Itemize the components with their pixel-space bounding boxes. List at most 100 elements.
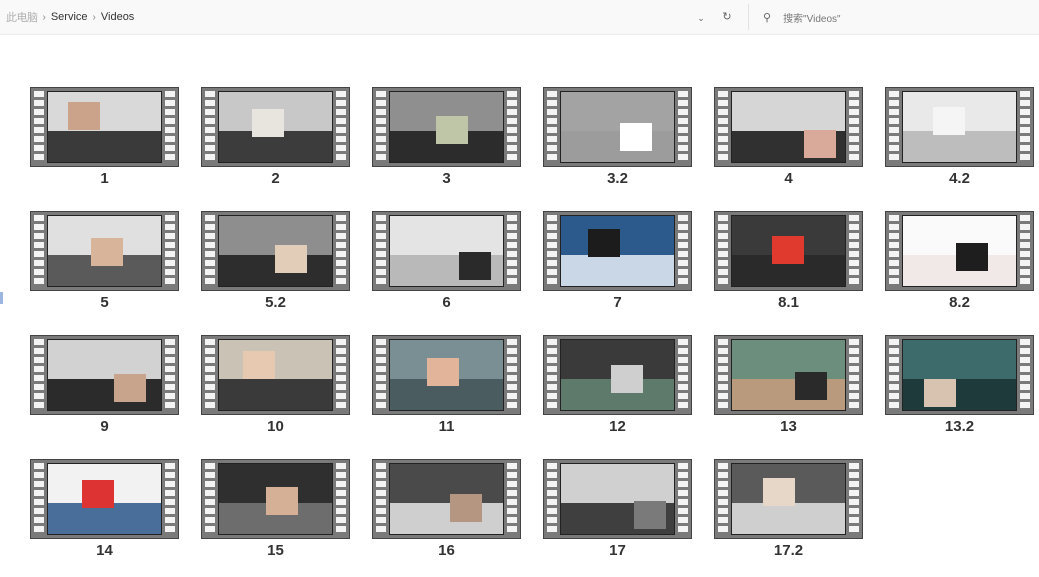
video-file-tile[interactable]: 15 (201, 459, 350, 563)
video-file-tile[interactable]: 3.2 (543, 87, 692, 191)
film-perforation (678, 463, 688, 535)
film-perforation (718, 463, 728, 535)
video-thumbnail (47, 463, 162, 535)
file-name-label: 6 (442, 294, 451, 311)
film-strip-icon (30, 335, 179, 415)
file-name-label: 12 (609, 418, 626, 435)
film-perforation (165, 215, 175, 287)
video-thumbnail (47, 91, 162, 163)
film-strip-icon (372, 335, 521, 415)
file-name-label: 4 (784, 170, 793, 187)
video-file-tile[interactable]: 2 (201, 87, 350, 191)
film-perforation (678, 339, 688, 411)
video-file-tile[interactable]: 7 (543, 211, 692, 315)
thumbnail-region (68, 102, 100, 130)
file-name-label: 4.2 (949, 170, 970, 187)
video-file-tile[interactable]: 3 (372, 87, 521, 191)
video-file-tile[interactable]: 11 (372, 335, 521, 439)
file-name-label: 9 (100, 418, 109, 435)
video-file-tile[interactable]: 17.2 (714, 459, 863, 563)
film-strip-icon (714, 459, 863, 539)
film-strip-icon (714, 211, 863, 291)
film-strip-icon (201, 211, 350, 291)
video-file-tile[interactable]: 17 (543, 459, 692, 563)
file-name-label: 10 (267, 418, 284, 435)
thumbnail-region (48, 92, 161, 131)
thumbnail-region (924, 379, 956, 407)
film-perforation (205, 215, 215, 287)
video-file-tile[interactable]: 8.1 (714, 211, 863, 315)
film-perforation (849, 339, 859, 411)
thumbnail-region (933, 107, 965, 135)
film-perforation (34, 215, 44, 287)
film-perforation (376, 91, 386, 163)
thumbnail-region (390, 464, 503, 503)
video-thumbnail (560, 215, 675, 287)
film-strip-icon (201, 335, 350, 415)
thumbnail-region (561, 254, 674, 286)
file-name-label: 17.2 (773, 542, 804, 559)
video-file-tile[interactable]: 4 (714, 87, 863, 191)
film-perforation (849, 91, 859, 163)
video-thumbnail (902, 339, 1017, 411)
film-perforation (1020, 91, 1030, 163)
video-file-tile[interactable]: 8.2 (885, 211, 1034, 315)
video-file-tile[interactable]: 13 (714, 335, 863, 439)
film-perforation (889, 339, 899, 411)
video-thumbnail (731, 215, 846, 287)
thumbnail-region (243, 351, 275, 379)
thumbnail-region (275, 245, 307, 273)
video-file-tile[interactable]: 5.2 (201, 211, 350, 315)
thumbnail-region (634, 501, 666, 529)
video-file-tile[interactable]: 4.2 (885, 87, 1034, 191)
thumbnail-region (795, 372, 827, 400)
film-strip-icon (201, 459, 350, 539)
film-strip-icon (201, 87, 350, 167)
thumbnail-region (732, 92, 845, 131)
thumbnail-region (561, 130, 674, 162)
film-perforation (1020, 339, 1030, 411)
film-strip-icon (885, 335, 1034, 415)
video-thumbnail (731, 463, 846, 535)
film-perforation (336, 215, 346, 287)
video-thumbnail (389, 339, 504, 411)
film-perforation (376, 463, 386, 535)
film-perforation (849, 463, 859, 535)
video-file-tile[interactable]: 1 (30, 87, 179, 191)
video-file-tile[interactable]: 9 (30, 335, 179, 439)
file-name-label: 13.2 (944, 418, 975, 435)
film-perforation (205, 463, 215, 535)
film-perforation (205, 339, 215, 411)
film-perforation (678, 215, 688, 287)
video-thumbnail (560, 339, 675, 411)
thumbnail-region (436, 116, 468, 144)
thumbnail-region (804, 130, 836, 158)
film-perforation (718, 339, 728, 411)
video-file-tile[interactable]: 14 (30, 459, 179, 563)
video-file-tile[interactable]: 6 (372, 211, 521, 315)
video-thumbnail (389, 91, 504, 163)
thumbnail-region (219, 340, 332, 379)
video-file-tile[interactable]: 10 (201, 335, 350, 439)
thumbnail-region (903, 340, 1016, 379)
thumbnail-region (561, 92, 674, 131)
thumbnail-region (91, 238, 123, 266)
file-name-label: 3 (442, 170, 451, 187)
video-file-tile[interactable]: 5 (30, 211, 179, 315)
video-thumbnail (731, 339, 846, 411)
film-perforation (336, 463, 346, 535)
film-perforation (1020, 215, 1030, 287)
film-perforation (547, 91, 557, 163)
thumbnail-region (390, 216, 503, 255)
film-perforation (165, 463, 175, 535)
film-perforation (376, 339, 386, 411)
file-name-label: 1 (100, 170, 109, 187)
file-name-label: 2 (271, 170, 280, 187)
video-file-tile[interactable]: 13.2 (885, 335, 1034, 439)
video-file-tile[interactable]: 12 (543, 335, 692, 439)
video-file-tile[interactable]: 16 (372, 459, 521, 563)
file-name-label: 8.2 (949, 294, 970, 311)
thumbnail-region (763, 478, 795, 506)
video-thumbnail (218, 91, 333, 163)
film-strip-icon (543, 87, 692, 167)
